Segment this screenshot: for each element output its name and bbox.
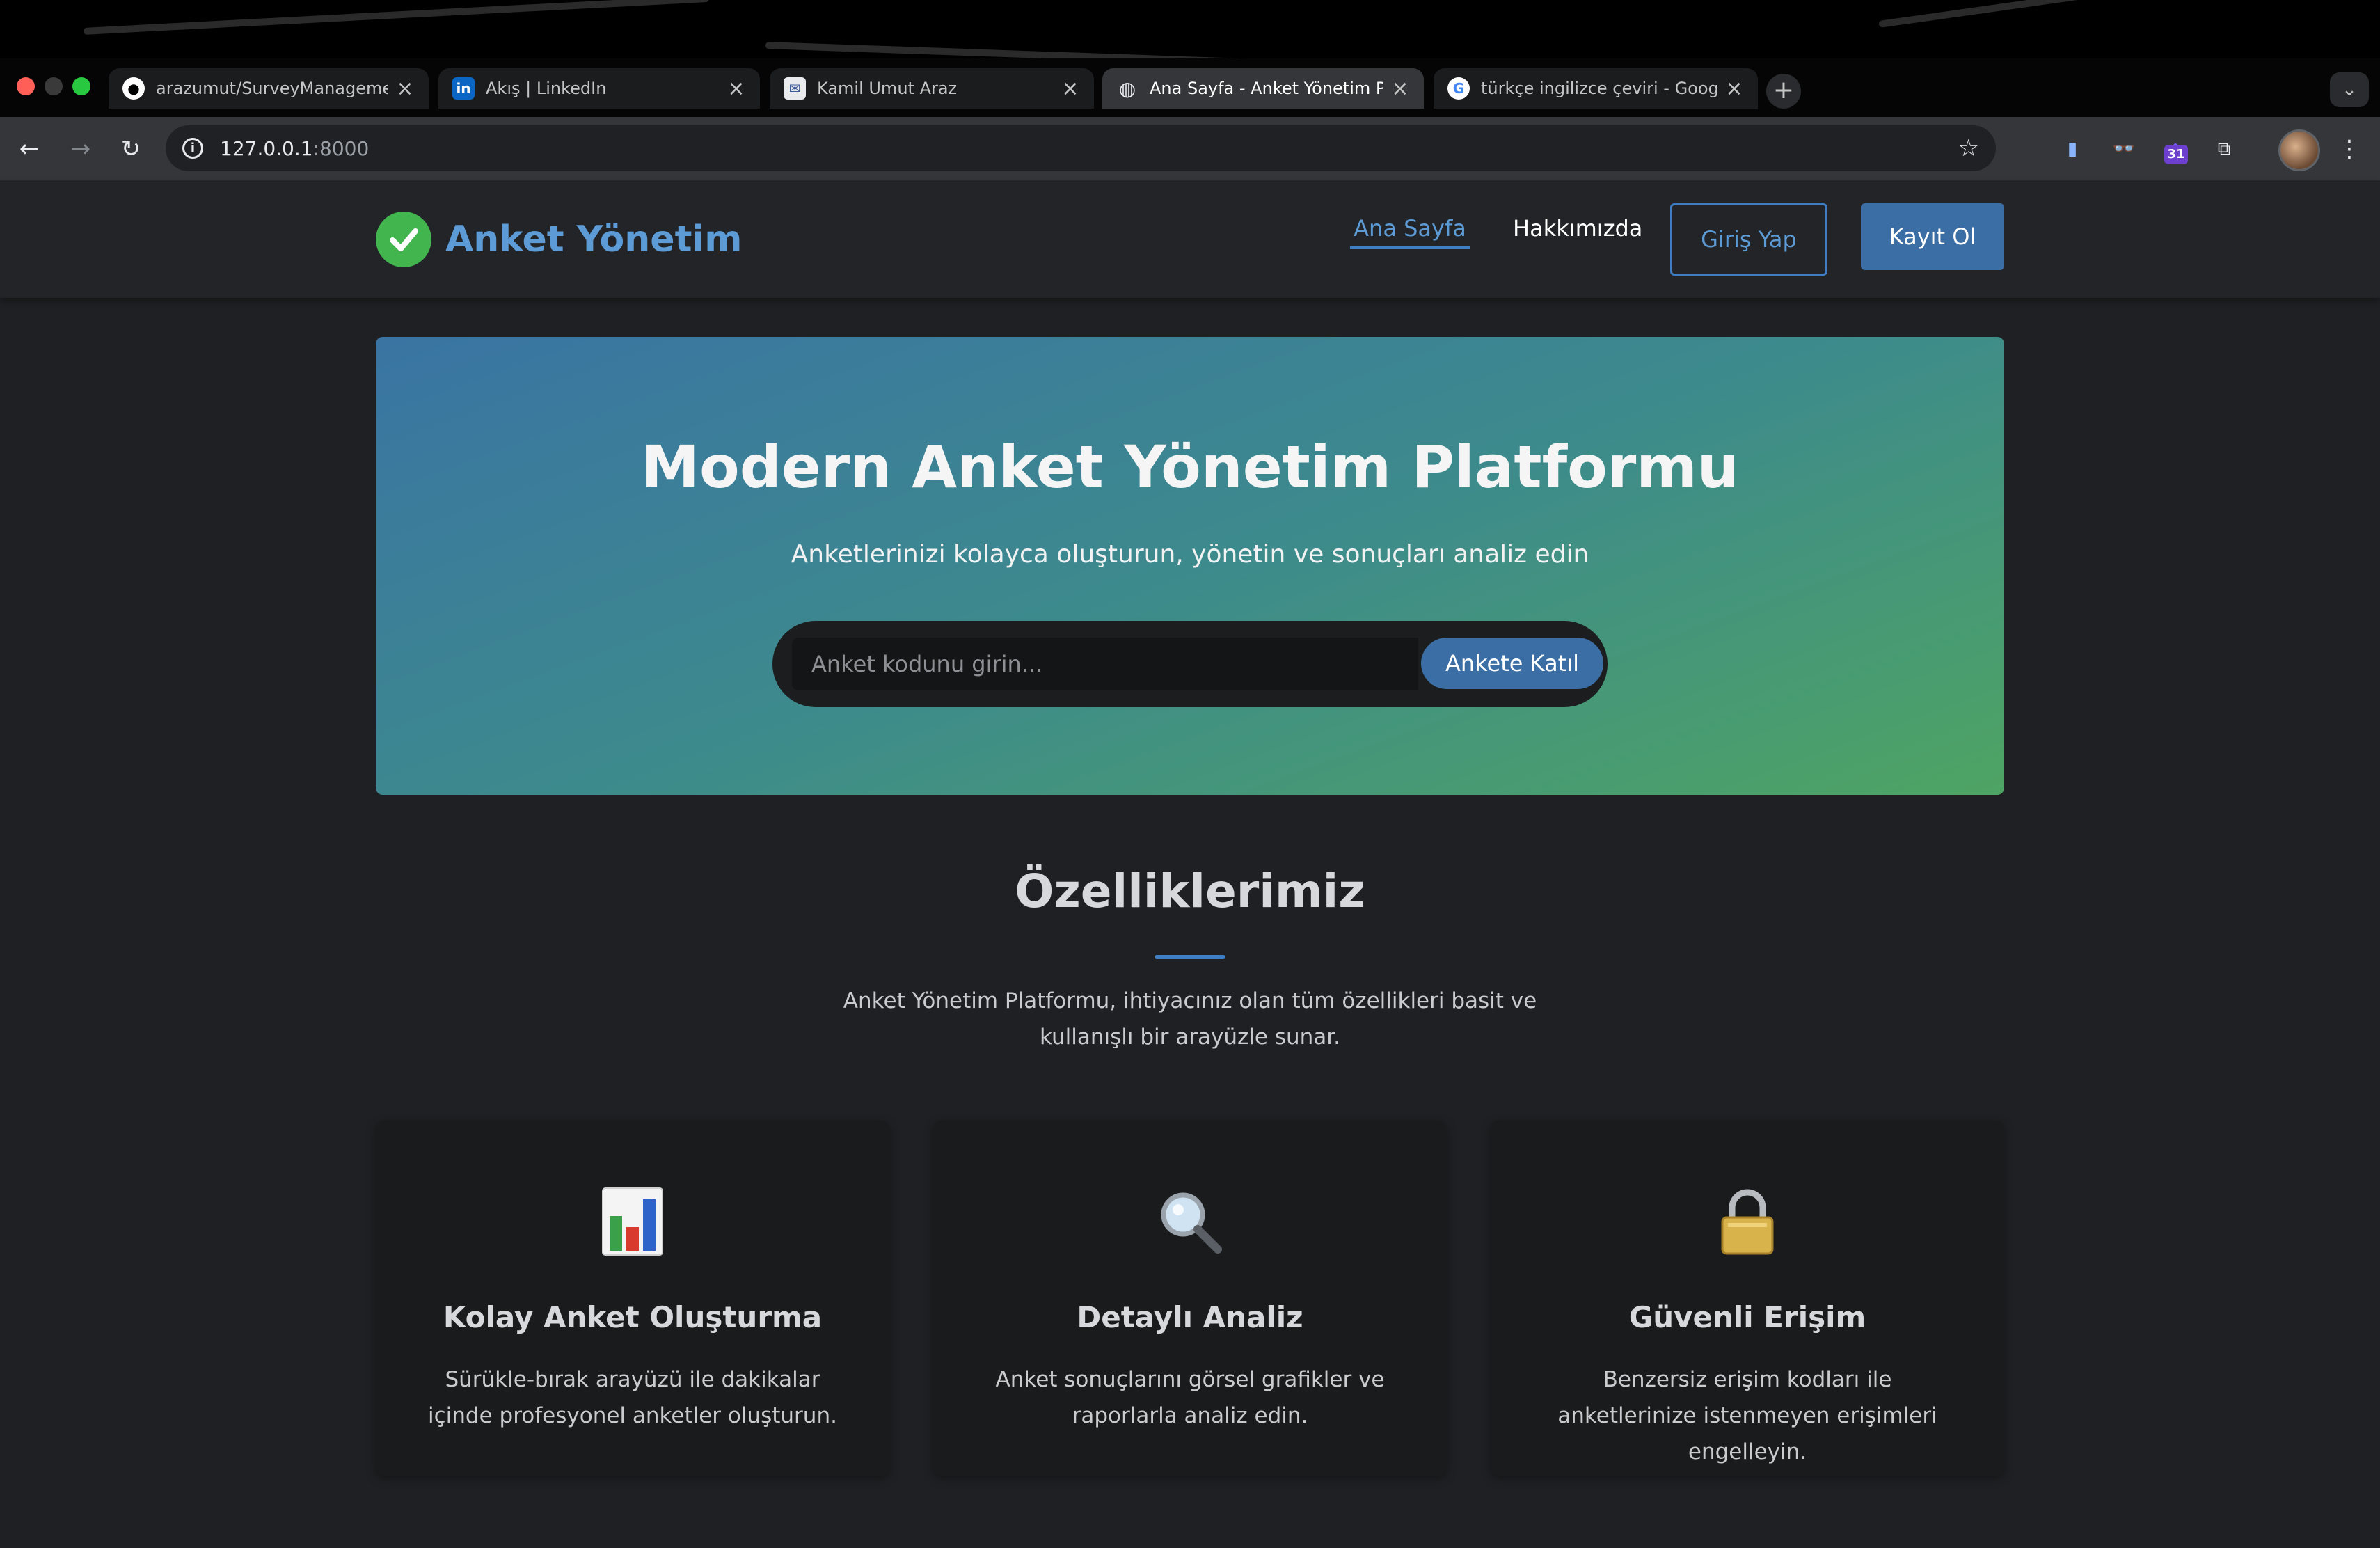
globe-icon: ◍	[1118, 77, 1136, 100]
github-icon: ●	[122, 77, 145, 100]
window-titlebar	[0, 0, 2380, 58]
reload-icon[interactable]: ↻	[116, 134, 146, 164]
feature-card: Detaylı Analiz Anket sonuçlarını görsel …	[933, 1121, 1447, 1476]
magnifier-icon	[933, 1183, 1447, 1260]
survey-code-input[interactable]	[792, 638, 1418, 690]
extension-badge: 31	[2164, 145, 2188, 164]
extensions-puzzle-icon[interactable]: ⧉	[2207, 132, 2241, 166]
docs-extension-icon[interactable]: ▮	[2056, 132, 2089, 166]
hero-section: Modern Anket Yönetim Platformu Anketleri…	[376, 337, 2004, 795]
close-tab-icon[interactable]: ×	[727, 77, 746, 101]
feature-title: Kolay Anket Oluşturma	[443, 1300, 823, 1334]
feature-text: Anket sonuçlarını görsel grafikler ve ra…	[995, 1367, 1385, 1428]
features-title: Özelliklerimiz	[1015, 864, 1365, 918]
close-tab-icon[interactable]: ×	[1061, 77, 1080, 101]
profile-avatar[interactable]	[2278, 129, 2320, 171]
nav-link-about[interactable]: Hakkımızda	[1513, 207, 1642, 249]
site-logo[interactable]: Anket Yönetim	[376, 212, 742, 267]
tab-linkedin[interactable]: in Akış | LinkedIn ×	[438, 68, 760, 109]
tab-title: Ana Sayfa - Anket Yönetim Platformu	[1150, 79, 1383, 98]
close-tab-icon[interactable]: ×	[395, 77, 415, 101]
tab-mail[interactable]: ✉ Kamil Umut Araz ×	[770, 68, 1094, 109]
tab-anket-active[interactable]: ◍ Ana Sayfa - Anket Yönetim Platformu ×	[1102, 68, 1424, 109]
url-text[interactable]: 127.0.0.1:8000	[220, 137, 369, 160]
join-survey-form: Ankete Katıl	[772, 621, 1608, 707]
title-underline	[1155, 955, 1225, 959]
bookmark-star-icon[interactable]: ☆	[1958, 135, 1979, 161]
hero-title: Modern Anket Yönetim Platformu	[641, 433, 1739, 501]
close-tab-icon[interactable]: ×	[1390, 77, 1410, 101]
spy-extension-icon[interactable]: 👓	[2107, 132, 2141, 166]
login-button[interactable]: Giriş Yap	[1670, 203, 1827, 276]
close-window-button[interactable]	[17, 77, 35, 95]
register-button[interactable]: Kayıt Ol	[1861, 203, 2004, 270]
feature-title: Detaylı Analiz	[1077, 1300, 1303, 1334]
mail-icon: ✉	[784, 77, 806, 100]
feature-card: Kolay Anket Oluşturma Sürükle-bırak aray…	[376, 1121, 889, 1476]
feature-title: Güvenli Erişim	[1628, 1300, 1866, 1334]
lock-icon	[1491, 1183, 2004, 1260]
features-description: Anket Yönetim Platformu, ihtiyacınız ola…	[843, 988, 1537, 1050]
feature-text: Benzersiz erişim kodları ile anketlerini…	[1557, 1367, 1937, 1464]
close-tab-icon[interactable]: ×	[1724, 77, 1744, 101]
forward-icon[interactable]: →	[65, 134, 96, 164]
tab-strip: ● arazumut/SurveyManagement × in Akış | …	[0, 58, 2380, 117]
tab-title: türkçe ingilizce çeviri - Google	[1481, 79, 1717, 98]
bar-chart-icon	[376, 1183, 889, 1260]
join-survey-button[interactable]: Ankete Katıl	[1421, 638, 1603, 689]
browser-toolbar: ← → ↻ i 127.0.0.1:8000 ☆ ▮ 👓 ◆ 31 ⧉ ⋮	[0, 117, 2380, 181]
tab-title: arazumut/SurveyManagement	[156, 79, 388, 98]
tab-title: Kamil Umut Araz	[817, 79, 958, 98]
nav-link-home[interactable]: Ana Sayfa	[1350, 207, 1470, 249]
back-icon[interactable]: ←	[14, 134, 45, 164]
feature-card: Güvenli Erişim Benzersiz erişim kodları …	[1491, 1121, 2004, 1476]
tab-github[interactable]: ● arazumut/SurveyManagement ×	[109, 68, 429, 109]
tab-search-button[interactable]: ⌄	[2330, 72, 2369, 107]
tab-google[interactable]: G türkçe ingilizce çeviri - Google ×	[1434, 68, 1758, 109]
site-header: Anket Yönetim Ana Sayfa Hakkımızda Giriş…	[0, 182, 2380, 298]
checkmark-icon	[376, 212, 431, 267]
maximize-window-button[interactable]	[72, 77, 90, 95]
hero-subtitle: Anketlerinizi kolayca oluşturun, yönetin…	[791, 540, 1589, 569]
minimize-window-button[interactable]	[45, 77, 63, 95]
browser-menu-icon[interactable]: ⋮	[2333, 132, 2366, 166]
feature-text: Sürükle-bırak arayüzü ile dakikalar için…	[428, 1367, 837, 1428]
address-bar[interactable]: i 127.0.0.1:8000 ☆	[166, 125, 1996, 171]
tab-title: Akış | LinkedIn	[486, 79, 607, 98]
new-tab-button[interactable]: +	[1766, 74, 1801, 109]
site-info-icon[interactable]: i	[182, 138, 203, 159]
google-icon: G	[1447, 77, 1470, 100]
logo-text: Anket Yönetim	[445, 219, 743, 260]
linkedin-icon: in	[452, 77, 475, 100]
